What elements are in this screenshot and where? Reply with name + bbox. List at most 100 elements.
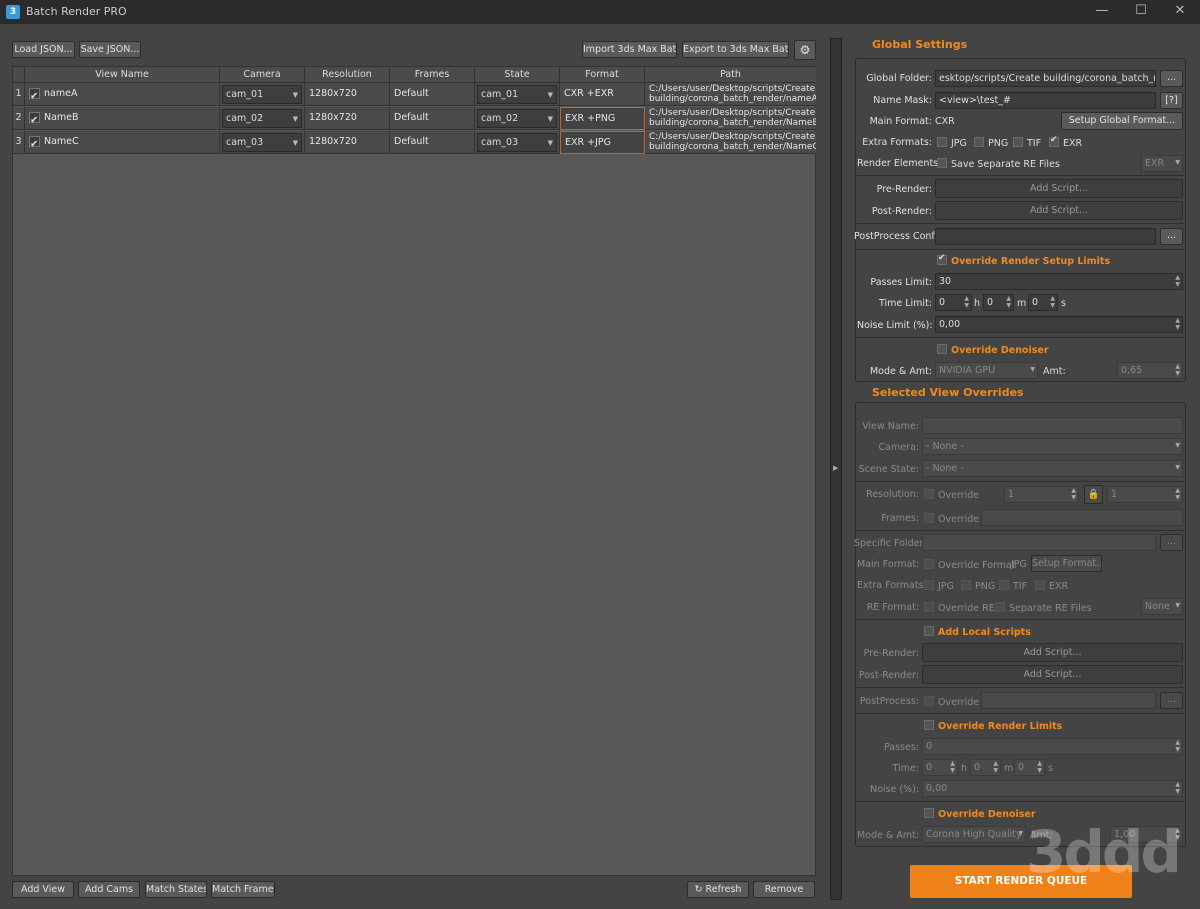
extra-format-exr[interactable]: EXR (1049, 135, 1082, 149)
resolution-cell[interactable]: 1280x720 (305, 107, 390, 130)
setup-global-format-button[interactable]: Setup Global Format... (1061, 112, 1183, 130)
jpg-checkbox[interactable] (924, 580, 934, 590)
global-post-render-add-script-button[interactable]: Add Script... (935, 201, 1183, 220)
override-render-setup-limits[interactable]: Override Render Setup Limits (937, 253, 1110, 267)
export-3dsmax-batch-button[interactable]: Export to 3ds Max Batch (682, 41, 789, 58)
frames-input[interactable] (981, 509, 1183, 526)
exr-checkbox[interactable] (1035, 580, 1045, 590)
camera-override-dropdown[interactable]: - None - ▼ (922, 438, 1183, 455)
minimize-button[interactable]: — (1082, 0, 1122, 24)
png-checkbox[interactable] (974, 137, 984, 147)
path-cell[interactable]: C:/Users/user/Desktop/scripts/Create buil… (645, 131, 816, 154)
path-cell[interactable]: C:/Users/user/Desktop/scripts/Create buil… (645, 83, 816, 106)
name-mask-help-button[interactable]: [?] (1160, 92, 1183, 109)
jpg-checkbox[interactable] (937, 137, 947, 147)
column-header-state[interactable]: State (475, 67, 560, 83)
extra-format-jpg[interactable]: JPG (937, 137, 967, 149)
override-extra-exr[interactable]: EXR (1035, 580, 1068, 592)
override-render-limits[interactable]: Override Render Limits (924, 720, 1062, 732)
column-header-format[interactable]: Format (560, 67, 645, 83)
denoiser-mode-dropdown[interactable]: NVIDIA GPU ▼ (935, 362, 1038, 379)
lock-aspect-icon[interactable]: 🔒 (1084, 485, 1103, 504)
override-re[interactable]: Override RE (924, 602, 995, 614)
override-render-limits-checkbox[interactable] (924, 720, 934, 730)
global-pre-render-add-script-button[interactable]: Add Script... (935, 179, 1183, 198)
state-dropdown[interactable]: cam_03 ▼ (477, 133, 557, 152)
override-extra-png[interactable]: PNG (961, 580, 995, 592)
frames-cell[interactable]: Default (390, 83, 475, 106)
override-format-checkbox[interactable] (924, 559, 934, 569)
close-button[interactable]: ✕ (1160, 0, 1200, 24)
local-post-render-add-script-button[interactable]: Add Script... (922, 665, 1183, 684)
resolution-cell[interactable]: 1280x720 (305, 83, 390, 106)
resolution-override-checkbox[interactable] (924, 489, 934, 499)
override-denoiser-checkbox[interactable] (937, 344, 947, 354)
extra-format-tif[interactable]: TIF (1013, 137, 1041, 149)
separate-re-checkbox[interactable] (995, 602, 1005, 612)
exr-checkbox[interactable] (1049, 135, 1059, 147)
add-cams-button[interactable]: Add Cams (78, 881, 140, 898)
path-cell[interactable]: C:/Users/user/Desktop/scripts/Create buil… (645, 107, 816, 130)
postprocess-input[interactable] (981, 692, 1156, 709)
separate-re-files[interactable]: Separate RE Files (995, 602, 1092, 614)
tif-checkbox[interactable] (1013, 137, 1023, 147)
column-header-camera[interactable]: Camera (220, 67, 305, 83)
frames-cell[interactable]: Default (390, 131, 475, 154)
table-row-name-cell[interactable]: NameC (25, 131, 220, 154)
load-json-button[interactable]: Load JSON... (12, 41, 75, 58)
time-seconds-spinner[interactable]: 0 ▲ ▼ (1028, 294, 1058, 311)
table-row-name-cell[interactable]: NameB (25, 107, 220, 130)
match-frames-button[interactable]: Match Frames (211, 881, 275, 898)
resolution-cell[interactable]: 1280x720 (305, 131, 390, 154)
noise-spinner[interactable]: 0,00 ▲ ▼ (922, 780, 1183, 797)
noise-limit-spinner[interactable]: 0,00 ▲ ▼ (935, 316, 1183, 333)
state-dropdown[interactable]: cam_02 ▼ (477, 109, 557, 128)
postprocess-browse-button[interactable]: ... (1160, 692, 1183, 709)
global-folder-browse-button[interactable]: ... (1160, 70, 1183, 87)
passes-limit-spinner[interactable]: 30 ▲ ▼ (935, 273, 1183, 290)
override-seconds-spinner[interactable]: 0 ▲ ▼ (1014, 759, 1045, 776)
resolution-override[interactable]: Override (924, 489, 979, 501)
time-hours-spinner[interactable]: 0 ▲ ▼ (935, 294, 972, 311)
row-enabled-checkbox[interactable] (29, 86, 40, 105)
png-checkbox[interactable] (961, 580, 971, 590)
time-minutes-spinner[interactable]: 0 ▲ ▼ (983, 294, 1014, 311)
override-extra-tif[interactable]: TIF (999, 580, 1027, 592)
refresh-button[interactable]: ↻ Refresh (687, 881, 749, 898)
remove-button[interactable]: Remove (753, 881, 815, 898)
state-dropdown[interactable]: cam_01 ▼ (477, 85, 557, 104)
panel-splitter[interactable]: ▶ (830, 38, 842, 900)
row-enabled-checkbox[interactable] (29, 110, 40, 129)
override-re-checkbox[interactable] (924, 602, 934, 612)
add-view-button[interactable]: Add View (12, 881, 74, 898)
add-local-scripts-checkbox[interactable] (924, 626, 934, 636)
column-header-resolution[interactable]: Resolution (305, 67, 390, 83)
global-folder-input[interactable]: esktop/scripts/Create building/corona_ba… (935, 70, 1156, 87)
main-format-override[interactable]: Override Format (924, 559, 1016, 571)
postprocess-override[interactable]: Override (924, 696, 979, 708)
frames-cell[interactable]: Default (390, 107, 475, 130)
denoiser-amt-spinner[interactable]: 0,65 ▲ ▼ (1117, 362, 1183, 379)
camera-dropdown[interactable]: cam_02 ▼ (222, 109, 302, 128)
override-denoiser[interactable]: Override Denoiser (937, 344, 1049, 356)
frames-override-checkbox[interactable] (924, 513, 934, 523)
postprocess-conf-browse-button[interactable]: ... (1160, 228, 1183, 245)
setup-format-button[interactable]: Setup Format... (1031, 555, 1102, 572)
override-limits-checkbox[interactable] (937, 253, 947, 265)
add-local-scripts[interactable]: Add Local Scripts (924, 626, 1031, 638)
re-format-dropdown[interactable]: EXR ▼ (1141, 155, 1183, 172)
local-denoiser-mode-dropdown[interactable]: Corona High Quality ▼ (922, 826, 1026, 843)
table-row-name-cell[interactable]: nameA (25, 83, 220, 106)
column-header-view-name[interactable]: View Name (25, 67, 220, 83)
override-extra-jpg[interactable]: JPG (924, 580, 954, 592)
camera-dropdown[interactable]: cam_03 ▼ (222, 133, 302, 152)
camera-dropdown[interactable]: cam_01 ▼ (222, 85, 302, 104)
specific-folder-input[interactable] (922, 534, 1156, 551)
row-enabled-checkbox[interactable] (29, 134, 40, 153)
specific-folder-browse-button[interactable]: ... (1160, 534, 1183, 551)
override-denoiser-local-checkbox[interactable] (924, 808, 934, 818)
settings-gear-icon[interactable]: ⚙ (794, 40, 816, 60)
save-json-button[interactable]: Save JSON... (79, 41, 141, 58)
save-separate-re[interactable]: Save Separate RE Files (937, 158, 1060, 170)
override-hours-spinner[interactable]: 0 ▲ ▼ (922, 759, 958, 776)
